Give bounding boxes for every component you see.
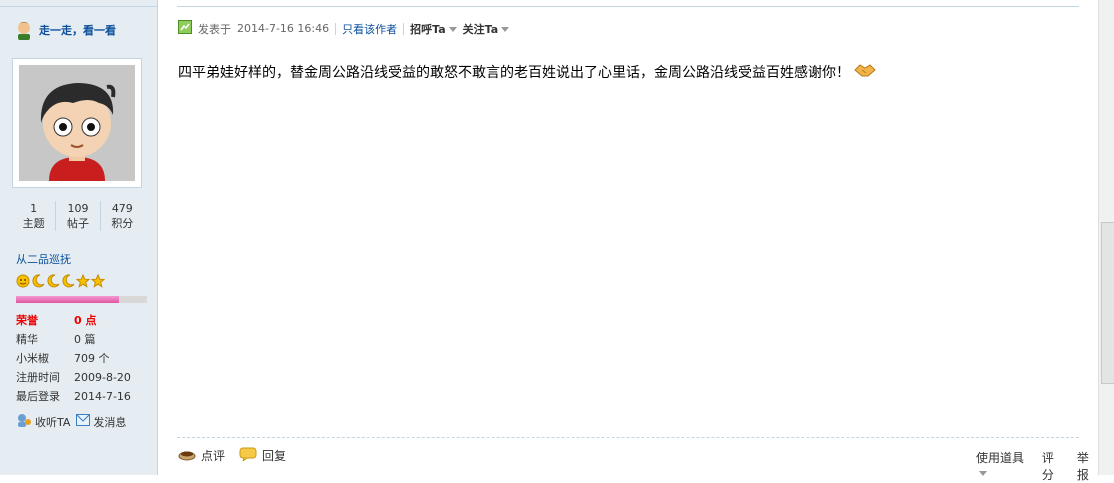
level-icons: [16, 273, 106, 288]
chevron-down-icon: [448, 27, 457, 32]
info-key: 注册时间: [16, 371, 60, 384]
info-key: 荣誉: [16, 314, 38, 327]
follow-dropdown[interactable]: 关注Ta: [463, 21, 510, 37]
reply-label[interactable]: 回复: [262, 447, 286, 464]
info-value: 2014-7-16: [74, 390, 131, 403]
use-tool-dropdown[interactable]: 使用道具: [976, 449, 1028, 483]
greet-label[interactable]: 招呼Ta: [410, 23, 446, 36]
stat-value[interactable]: 1: [12, 201, 55, 216]
vertical-scrollbar[interactable]: [1098, 0, 1114, 475]
info-row-register-time: 注册时间 2009-8-20: [16, 368, 131, 387]
listen-icon: [16, 413, 32, 430]
info-value: 0 点: [74, 314, 97, 327]
divider: [335, 22, 337, 35]
comment-label[interactable]: 点评: [201, 447, 225, 464]
stat-credits[interactable]: 479 积分: [99, 201, 144, 231]
moon-icon: [61, 274, 75, 288]
info-row-last-login: 最后登录 2014-7-16: [16, 387, 131, 406]
post-main: 发表于 2014-7-16 16:46 只看该作者 招呼Ta 关注Ta 四平弟娃…: [158, 0, 1098, 482]
stat-label: 主题: [22, 217, 45, 230]
info-value: 709 个: [74, 352, 110, 365]
greet-dropdown[interactable]: 招呼Ta: [410, 21, 457, 37]
info-value: 0 篇: [74, 333, 96, 346]
post-meta: 发表于 2014-7-16 16:46 只看该作者 招呼Ta 关注Ta: [178, 20, 510, 37]
level-progress-bar: [16, 296, 147, 303]
follow-actions: 收听TA 发消息: [16, 413, 126, 430]
stat-label: 积分: [111, 217, 134, 230]
rate-button[interactable]: 评分: [1042, 449, 1063, 483]
info-key: 小米椒: [16, 352, 49, 365]
send-message-button[interactable]: 发消息: [76, 414, 126, 430]
use-tool-label[interactable]: 使用道具: [976, 451, 1024, 465]
scrollbar-thumb[interactable]: [1101, 222, 1114, 384]
envelope-icon: [76, 414, 91, 429]
chevron-down-icon: [501, 27, 510, 32]
stat-threads[interactable]: 1 主题: [12, 201, 55, 231]
user-info: 荣誉 0 点 精华 0 篇 小米椒 709 个 注册时间 2009-8-20 最…: [16, 311, 131, 406]
info-key: 精华: [16, 333, 38, 346]
info-row-pepper: 小米椒 709 个: [16, 349, 131, 368]
reply-button[interactable]: 回复: [239, 447, 286, 464]
stat-posts[interactable]: 109 帖子: [55, 201, 99, 231]
level-progress-fill: [16, 296, 120, 303]
author-sidebar: 走一走，看一看 1 主题 109 帖子 479 积分 从二品巡抚 荣誉 0 点 …: [0, 0, 158, 475]
info-row-digest: 精华 0 篇: [16, 330, 131, 349]
chevron-down-icon: [979, 471, 987, 476]
report-button[interactable]: 举报: [1077, 449, 1098, 483]
send-message-label[interactable]: 发消息: [93, 414, 126, 430]
stat-value[interactable]: 109: [56, 201, 99, 216]
follow-ta-button[interactable]: 收听TA: [16, 413, 70, 430]
comment-button[interactable]: 点评: [178, 447, 225, 464]
info-value: 2009-8-20: [74, 371, 131, 384]
only-author-link[interactable]: 只看该作者: [342, 21, 397, 37]
author-link[interactable]: 走一走，看一看: [13, 20, 116, 40]
post-tools: 使用道具 评分 举报: [976, 449, 1098, 483]
user-rank[interactable]: 从二品巡抚: [16, 251, 71, 267]
post-actions: 点评 回复: [178, 447, 286, 464]
avatar[interactable]: [19, 65, 135, 181]
author-name[interactable]: 走一走，看一看: [39, 22, 116, 38]
divider: [0, 6, 157, 7]
moon-icon: [31, 274, 45, 288]
posted-prefix: 发表于: [198, 22, 231, 36]
online-status-icon: [178, 20, 192, 37]
stat-label: 帖子: [66, 217, 89, 230]
divider: [177, 6, 1079, 7]
user-stats: 1 主题 109 帖子 479 积分: [12, 201, 144, 231]
follow-ta-label[interactable]: 收听TA: [35, 414, 70, 430]
post-content: 四平弟娃好样的，替金周公路沿线受益的敢怒不敢言的老百姓说出了心里话，金周公路沿线…: [178, 62, 876, 82]
info-key: 最后登录: [16, 390, 60, 403]
sun-icon: [16, 274, 30, 288]
info-row-honor: 荣誉 0 点: [16, 311, 131, 330]
posted-time: 2014-7-16 16:46: [237, 22, 330, 35]
star-icon: [90, 273, 106, 288]
divider: [177, 437, 1079, 438]
handshake-icon: [854, 62, 876, 82]
post-text: 四平弟娃好样的，替金周公路沿线受益的敢怒不敢言的老百姓说出了心里话，金周公路沿线…: [178, 65, 850, 81]
follow-label[interactable]: 关注Ta: [463, 23, 499, 36]
moon-icon: [46, 274, 60, 288]
speech-bubble-icon: [239, 447, 257, 464]
avatar-frame[interactable]: [12, 58, 142, 188]
divider: [403, 22, 405, 35]
star-icon: [75, 273, 91, 288]
stat-value[interactable]: 479: [101, 201, 144, 216]
user-icon: [13, 20, 35, 40]
coffee-cup-icon: [178, 447, 196, 464]
